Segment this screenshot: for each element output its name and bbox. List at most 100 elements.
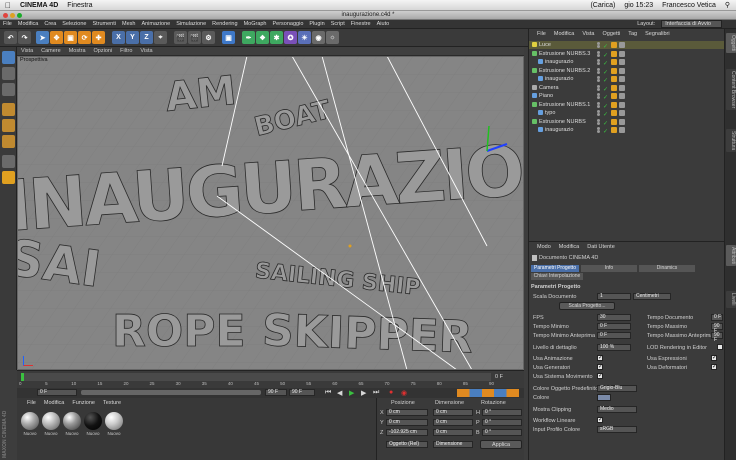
object-name[interactable]: Camera — [539, 84, 559, 92]
tab-info[interactable]: Info — [581, 265, 637, 272]
visibility-dots-icon[interactable]: ✓ — [597, 110, 609, 118]
viewport-menu-item[interactable]: Opzioni — [94, 48, 113, 54]
menu-item[interactable]: Aiuto — [377, 21, 390, 27]
menu-item[interactable]: Finestre — [351, 21, 371, 27]
object-tags[interactable] — [611, 59, 625, 65]
next-frame-icon[interactable]: ▶ — [361, 389, 366, 397]
material-thumb[interactable] — [84, 412, 102, 430]
visibility-dots-icon[interactable]: ✓ — [597, 118, 609, 127]
dim-z-field[interactable]: 0 cm — [433, 429, 473, 436]
tag-icon[interactable] — [611, 127, 617, 133]
visibility-dots-icon[interactable]: ✓ — [597, 93, 609, 101]
tag-icon[interactable] — [619, 50, 625, 57]
texture-mode-icon[interactable] — [2, 83, 15, 96]
render-settings-icon[interactable]: ⚙ — [202, 31, 215, 44]
pos-x-field[interactable]: 0 cm — [386, 409, 428, 416]
attr-menu-item[interactable]: Modo — [537, 244, 551, 250]
apply-button[interactable]: Applica — [480, 440, 522, 449]
object-tags[interactable] — [611, 67, 625, 74]
object-row[interactable]: Estrusione NURBS.2 ✓ — [529, 67, 725, 76]
scale-unit-select[interactable]: Centimetri — [633, 293, 671, 300]
snap-icon[interactable] — [2, 171, 15, 184]
redo-icon[interactable]: ↷ — [18, 31, 31, 44]
goto-start-icon[interactable]: ⏮ — [325, 389, 331, 397]
tag-icon[interactable] — [619, 118, 625, 125]
fps-field[interactable]: 30 — [597, 314, 631, 321]
coord-mode-select[interactable]: Oggetto (Rel) — [386, 441, 428, 448]
material-name[interactable]: Nuovo — [62, 431, 82, 436]
dim-y-field[interactable]: 0 cm — [433, 419, 473, 426]
scale-icon[interactable]: ▣ — [64, 31, 77, 44]
tag-icon[interactable] — [611, 101, 617, 108]
object-menu-item[interactable]: Oggetti — [603, 31, 621, 37]
axis-z-button[interactable]: Z — [140, 31, 153, 44]
tag-icon[interactable] — [611, 42, 617, 48]
rot-p-field[interactable]: 0 ° — [482, 419, 522, 426]
visibility-dots-icon[interactable]: ✓ — [597, 76, 609, 84]
visibility-dots-icon[interactable]: ✓ — [597, 84, 609, 93]
layout-select[interactable]: Interfaccia di Avvio — [661, 20, 722, 28]
mac-app-name[interactable]: CINEMA 4D — [20, 2, 58, 9]
material-name[interactable]: Nuovo — [20, 431, 40, 436]
viewport-menu-item[interactable]: Camere — [41, 48, 61, 54]
object-row[interactable]: typo ✓ — [529, 109, 725, 118]
tab-attributes[interactable]: Attributi — [726, 245, 736, 266]
object-menu-item[interactable]: Tag — [628, 31, 637, 37]
render-view-icon[interactable]: 🎬 — [174, 31, 187, 44]
menu-item[interactable]: Crea — [44, 21, 56, 27]
visibility-dots-icon[interactable]: ✓ — [597, 42, 609, 50]
object-row[interactable]: Estrusione NURBS.1 ✓ — [529, 101, 725, 110]
material-thumb[interactable] — [105, 412, 123, 430]
transform-icon[interactable]: ✚ — [92, 31, 105, 44]
tag-icon[interactable] — [611, 67, 617, 74]
dim-x-field[interactable]: 0 cm — [433, 409, 473, 416]
menu-item[interactable]: Strumenti — [92, 21, 116, 27]
visibility-dots-icon[interactable]: ✓ — [597, 101, 609, 110]
minimize-window-icon[interactable] — [10, 13, 15, 18]
object-name[interactable]: inaugurazio — [545, 126, 573, 134]
axis-x-button[interactable]: X — [112, 31, 125, 44]
object-name[interactable]: Luce — [539, 41, 551, 49]
render-picture-icon[interactable]: 🎬 — [188, 31, 201, 44]
keyframe-tools[interactable] — [457, 389, 519, 397]
tab-key-interpolation[interactable]: Chiavi Interpolazione — [531, 273, 583, 280]
tag-icon[interactable] — [611, 84, 617, 91]
move-icon[interactable]: ✥ — [50, 31, 63, 44]
viewport-menu-item[interactable]: Mostra — [69, 48, 86, 54]
mac-user[interactable]: Francesco Vetica — [662, 2, 716, 9]
visibility-dots-icon[interactable]: ✓ — [597, 67, 609, 76]
model-mode-icon[interactable] — [2, 51, 15, 64]
scale-field[interactable]: 1 — [597, 293, 631, 300]
tag-icon[interactable] — [619, 59, 625, 65]
rot-h-field[interactable]: 0 ° — [482, 409, 522, 416]
autokey-icon[interactable]: ◉ — [401, 389, 407, 397]
default-color-select[interactable]: Grigio-Blu — [597, 385, 637, 392]
pos-z-field[interactable]: -102.925 cm — [386, 429, 428, 436]
goto-end-icon[interactable]: ⏭ — [373, 389, 379, 397]
tab-structure[interactable]: Struttura — [726, 129, 736, 153]
scale-project-button[interactable]: Scala Progetto... — [559, 302, 615, 310]
attr-menu-item[interactable]: Modifica — [559, 244, 579, 250]
end-frame-field[interactable]: 90 F — [265, 389, 287, 396]
material-thumb[interactable] — [21, 412, 39, 430]
object-menu-item[interactable]: Segnalibri — [645, 31, 669, 37]
max-preview-field[interactable]: 90 F — [711, 332, 723, 343]
max-time-field[interactable]: 90 F — [711, 323, 723, 334]
use-animation-checkbox[interactable]: ✓ — [597, 355, 603, 361]
range-slider[interactable] — [81, 390, 261, 395]
min-time-field[interactable]: 0 F — [597, 323, 631, 330]
menu-item[interactable]: Animazione — [141, 21, 170, 27]
prev-frame-icon[interactable]: ◀ — [337, 389, 342, 397]
axis-mode-icon[interactable] — [2, 155, 15, 168]
object-name[interactable]: inaugurazio — [545, 58, 573, 66]
pen-icon[interactable]: ✒ — [242, 31, 255, 44]
object-tags[interactable] — [611, 101, 625, 108]
use-deformers-checkbox[interactable]: ✓ — [711, 364, 717, 370]
playhead[interactable] — [21, 373, 24, 381]
object-menu-item[interactable]: Modifica — [554, 31, 574, 37]
menu-item[interactable]: File — [3, 21, 12, 27]
tab-layers[interactable]: Livelli — [726, 291, 736, 308]
object-tags[interactable] — [611, 42, 625, 48]
timeline-ruler[interactable] — [21, 373, 491, 381]
camera-icon[interactable]: ◉ — [312, 31, 325, 44]
